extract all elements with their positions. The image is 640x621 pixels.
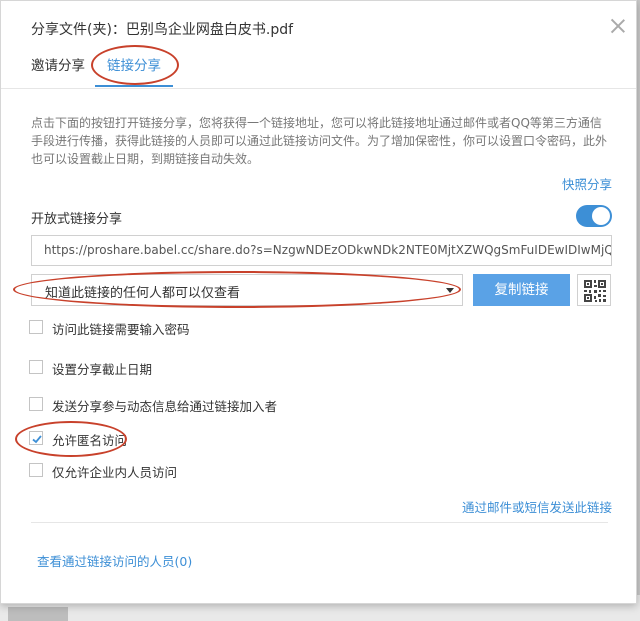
permission-selected-value: 知道此链接的任何人都可以仅查看 bbox=[45, 286, 241, 301]
qr-code-button[interactable] bbox=[577, 274, 611, 306]
option-label: 仅允许企业内人员访问 bbox=[52, 465, 178, 480]
share-dialog: 分享文件(夹)：巴别鸟企业网盘白皮书.pdf 邀请分享 链接分享 点击下面的按钮… bbox=[0, 0, 637, 604]
option-label: 允许匿名访问 bbox=[52, 433, 128, 448]
chevron-down-icon bbox=[446, 288, 454, 293]
checkbox[interactable] bbox=[29, 360, 43, 374]
tab-divider bbox=[1, 88, 636, 89]
bottom-divider bbox=[31, 522, 608, 523]
permission-select[interactable]: 知道此链接的任何人都可以仅查看 bbox=[31, 274, 463, 306]
option-label: 访问此链接需要输入密码 bbox=[52, 322, 190, 337]
option-label: 设置分享截止日期 bbox=[52, 362, 153, 377]
option-label: 发送分享参与动态信息给通过链接加入者 bbox=[52, 399, 278, 414]
share-url-field[interactable]: https://proshare.babel.cc/share.do?s=Nzg… bbox=[31, 235, 612, 266]
checkbox[interactable] bbox=[29, 320, 43, 334]
background-cell bbox=[8, 607, 68, 621]
qr-code-icon bbox=[584, 280, 606, 302]
open-link-share-label: 开放式链接分享 bbox=[31, 212, 123, 227]
checkbox[interactable] bbox=[29, 397, 43, 411]
tab-link-share[interactable]: 链接分享 bbox=[107, 54, 161, 74]
send-via-email-sms-link[interactable]: 通过邮件或短信发送此链接 bbox=[462, 497, 612, 516]
checkbox-checked[interactable] bbox=[29, 431, 43, 445]
dialog-title: 分享文件(夹)：巴别鸟企业网盘白皮书.pdf bbox=[31, 22, 294, 38]
share-description: 点击下面的按钮打开链接分享，您将获得一个链接地址，您可以将此链接地址通过邮件或者… bbox=[31, 116, 608, 166]
checkbox[interactable] bbox=[29, 463, 43, 477]
toggle-knob bbox=[592, 207, 610, 225]
active-tab-indicator bbox=[95, 85, 173, 87]
tab-invite-share[interactable]: 邀请分享 bbox=[31, 54, 85, 74]
open-link-toggle[interactable] bbox=[576, 205, 612, 227]
checkmark-icon bbox=[32, 435, 42, 444]
copy-link-button[interactable]: 复制链接 bbox=[473, 274, 570, 306]
close-icon[interactable] bbox=[609, 17, 627, 35]
view-link-visitors-link[interactable]: 查看通过链接访问的人员(0) bbox=[37, 551, 192, 570]
quick-share-link[interactable]: 快照分享 bbox=[562, 174, 612, 193]
